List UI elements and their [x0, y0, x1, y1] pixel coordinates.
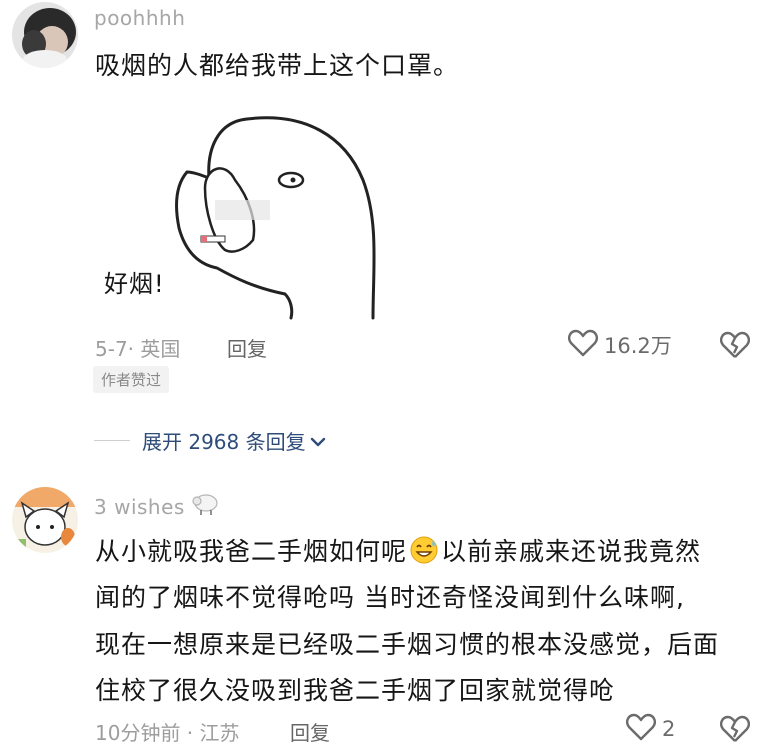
- expand-replies-label: 展开 2968 条回复: [142, 430, 306, 454]
- broken-heart-icon: [720, 331, 750, 363]
- comment-meta: 5-7· 英国: [95, 337, 181, 361]
- divider: [94, 440, 130, 441]
- comment-text: 吸烟的人都给我带上这个口罩。: [95, 51, 460, 80]
- comment-username[interactable]: 3 wishes: [94, 492, 221, 521]
- avatar-poohhhh[interactable]: [12, 2, 78, 68]
- expand-replies-button[interactable]: 展开 2968 条回复: [142, 426, 326, 455]
- comment-text-segment: 以前亲戚来还说我竟然: [441, 537, 702, 566]
- avatar-3-wishes[interactable]: [12, 487, 78, 553]
- sheep-icon: [191, 492, 221, 521]
- like-button[interactable]: 2: [626, 713, 675, 745]
- comment-text-segment: 从小就吸我爸二手烟如何呢: [95, 537, 408, 566]
- username-text: 3 wishes: [94, 494, 185, 519]
- comment-text-line: 闻的了烟味不觉得呛吗 当时还奇怪没闻到什么味啊,: [95, 583, 685, 612]
- comment-meta: 10分钟前 · 江苏: [95, 721, 240, 745]
- reply-button[interactable]: 回复: [227, 333, 267, 362]
- dislike-button[interactable]: [720, 715, 750, 747]
- expand-replies-row: 展开 2968 条回复: [94, 426, 326, 455]
- heart-outline-icon: [568, 329, 598, 361]
- image-caption: 好烟!: [104, 270, 165, 298]
- broken-heart-icon: [720, 715, 750, 747]
- heart-outline-icon: [626, 713, 656, 745]
- like-button[interactable]: 16.2万: [568, 329, 672, 361]
- like-count: 16.2万: [604, 334, 672, 358]
- comment-text-line: 从小就吸我爸二手烟如何呢 以前亲戚来还说我竟然: [95, 532, 701, 571]
- grinning-sweat-emoji-icon: [409, 535, 439, 571]
- chevron-down-icon: [310, 429, 326, 453]
- dislike-button[interactable]: [720, 331, 750, 363]
- comment-text-line: 住校了很久没吸到我爸二手烟了回家就觉得呛: [95, 676, 616, 705]
- reply-button[interactable]: 回复: [290, 717, 330, 746]
- like-count: 2: [662, 717, 676, 741]
- author-liked-badge: 作者赞过: [93, 366, 170, 393]
- comment-text-line: 现在一想原来是已经吸二手烟习惯的根本没感觉，后面: [95, 630, 720, 659]
- comment-username[interactable]: poohhhh: [94, 6, 185, 30]
